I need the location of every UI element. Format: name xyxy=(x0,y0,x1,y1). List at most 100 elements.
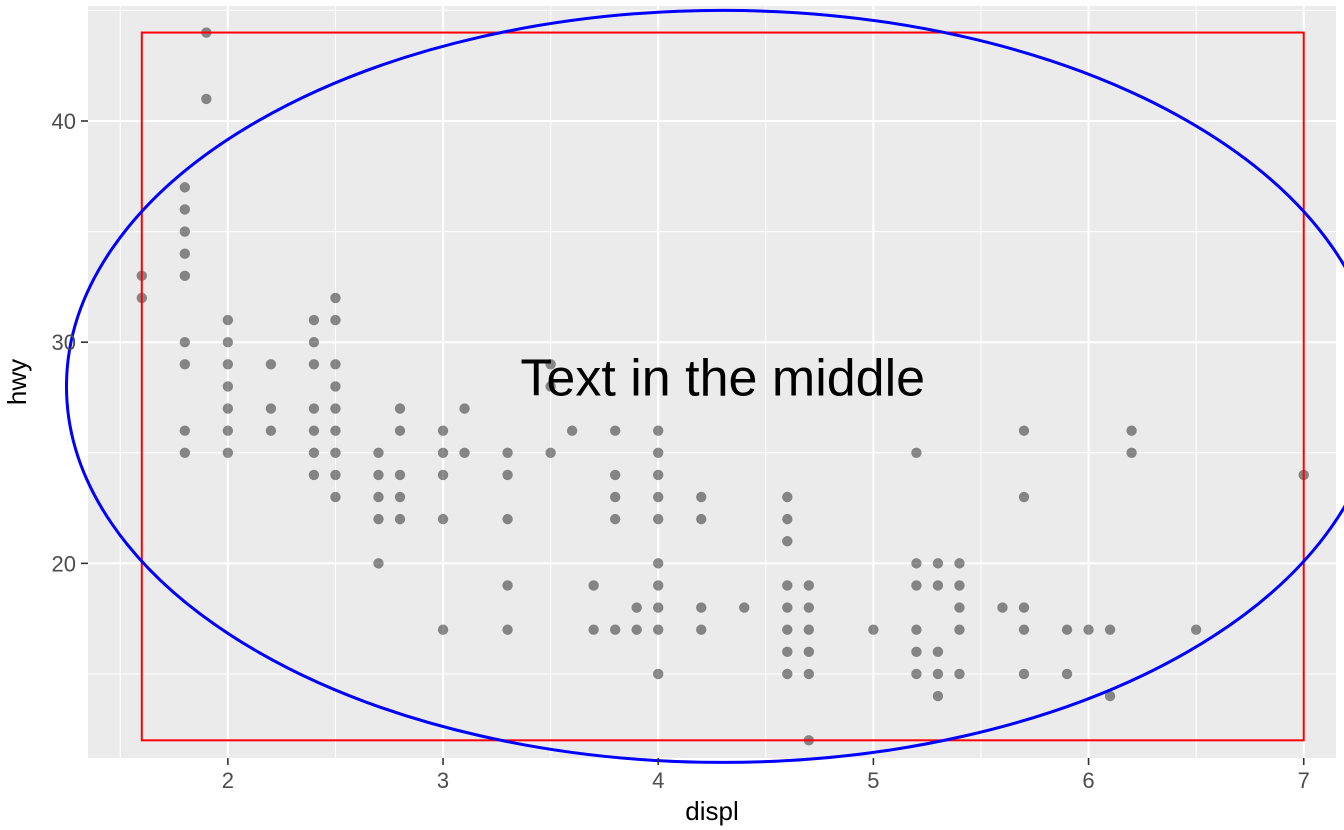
data-point xyxy=(266,403,276,413)
data-point xyxy=(997,602,1007,612)
data-point xyxy=(653,580,663,590)
data-point xyxy=(223,337,233,347)
data-point xyxy=(438,625,448,635)
data-point xyxy=(223,381,233,391)
data-point xyxy=(330,470,340,480)
data-point xyxy=(804,647,814,657)
data-point xyxy=(782,625,792,635)
data-point xyxy=(330,492,340,502)
data-point xyxy=(804,625,814,635)
data-point xyxy=(223,315,233,325)
data-point xyxy=(502,625,512,635)
data-point xyxy=(266,359,276,369)
data-point xyxy=(567,425,577,435)
data-point xyxy=(180,226,190,236)
data-point xyxy=(1126,448,1136,458)
data-point xyxy=(933,580,943,590)
data-point xyxy=(330,315,340,325)
data-point xyxy=(1126,425,1136,435)
data-point xyxy=(653,558,663,568)
data-point xyxy=(180,204,190,214)
data-point xyxy=(653,425,663,435)
data-point xyxy=(610,425,620,435)
data-point xyxy=(804,602,814,612)
data-point xyxy=(373,558,383,568)
data-point xyxy=(1083,625,1093,635)
data-point xyxy=(782,669,792,679)
data-point xyxy=(1019,492,1029,502)
data-point xyxy=(395,514,405,524)
data-point xyxy=(309,448,319,458)
data-point xyxy=(653,669,663,679)
data-point xyxy=(223,448,233,458)
data-point xyxy=(782,580,792,590)
data-point xyxy=(502,470,512,480)
data-point xyxy=(223,425,233,435)
data-point xyxy=(1019,625,1029,635)
data-point xyxy=(631,602,641,612)
data-point xyxy=(782,492,792,502)
data-point xyxy=(180,359,190,369)
data-point xyxy=(373,492,383,502)
data-point xyxy=(696,625,706,635)
chart-svg: Text in the middle 2 3 4 5 6 7 20 30 40 … xyxy=(0,0,1344,830)
data-point xyxy=(309,425,319,435)
x-tick-label: 5 xyxy=(867,768,879,793)
data-point xyxy=(911,448,921,458)
data-point xyxy=(395,492,405,502)
data-point xyxy=(309,315,319,325)
data-point xyxy=(1019,425,1029,435)
data-point xyxy=(911,647,921,657)
data-point xyxy=(782,602,792,612)
data-point xyxy=(180,337,190,347)
data-point xyxy=(868,625,878,635)
data-point xyxy=(330,359,340,369)
data-point xyxy=(610,625,620,635)
y-axis-title: hwy xyxy=(2,359,32,405)
data-point xyxy=(180,425,190,435)
data-point xyxy=(933,558,943,568)
data-point xyxy=(309,403,319,413)
data-point xyxy=(1019,669,1029,679)
data-point xyxy=(804,580,814,590)
y-ticks xyxy=(81,121,88,563)
data-point xyxy=(502,514,512,524)
data-point xyxy=(309,470,319,480)
data-point xyxy=(180,249,190,259)
data-point xyxy=(1191,625,1201,635)
data-point xyxy=(782,647,792,657)
data-point xyxy=(782,536,792,546)
data-point xyxy=(588,580,598,590)
data-point xyxy=(266,425,276,435)
data-point xyxy=(438,470,448,480)
data-point xyxy=(373,514,383,524)
data-point xyxy=(1105,625,1115,635)
data-point xyxy=(954,602,964,612)
y-tick-label: 20 xyxy=(52,551,76,576)
data-point xyxy=(330,403,340,413)
annotation-text: Text in the middle xyxy=(520,350,925,408)
data-point xyxy=(438,514,448,524)
data-point xyxy=(911,669,921,679)
data-point xyxy=(438,425,448,435)
data-point xyxy=(782,514,792,524)
data-point xyxy=(911,558,921,568)
data-point xyxy=(502,580,512,590)
data-point xyxy=(330,381,340,391)
data-point xyxy=(610,470,620,480)
data-point xyxy=(1062,625,1072,635)
data-point xyxy=(373,470,383,480)
data-point xyxy=(653,514,663,524)
data-point xyxy=(223,403,233,413)
x-tick-label: 3 xyxy=(437,768,449,793)
x-tick-label: 2 xyxy=(222,768,234,793)
data-point xyxy=(395,470,405,480)
data-point xyxy=(459,448,469,458)
data-point xyxy=(201,94,211,104)
data-point xyxy=(954,669,964,679)
data-point xyxy=(180,182,190,192)
data-point xyxy=(588,625,598,635)
data-point xyxy=(395,403,405,413)
data-point xyxy=(309,359,319,369)
x-tick-label: 7 xyxy=(1298,768,1310,793)
